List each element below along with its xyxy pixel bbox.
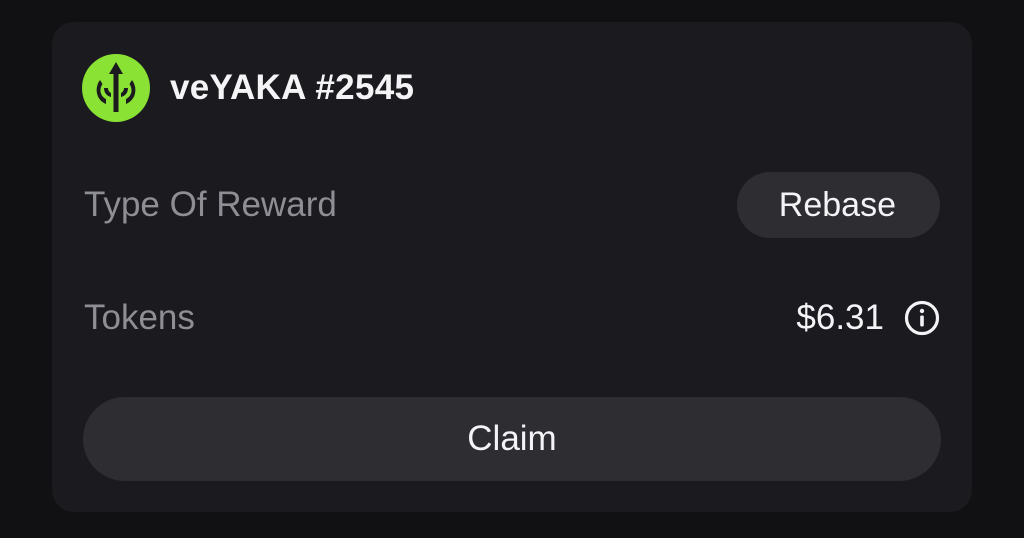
tokens-value-group: $6.31 bbox=[796, 298, 940, 338]
reward-card: veYAKA #2545 Type Of Reward Rebase Token… bbox=[52, 22, 972, 512]
tokens-row: Tokens $6.31 bbox=[84, 290, 940, 346]
tokens-value: $6.31 bbox=[796, 298, 884, 337]
info-icon[interactable] bbox=[904, 300, 940, 336]
yaka-logo-icon bbox=[82, 54, 150, 122]
claim-button[interactable]: Claim bbox=[83, 397, 941, 481]
reward-type-label: Type Of Reward bbox=[84, 185, 337, 224]
nft-title: veYAKA #2545 bbox=[170, 68, 415, 107]
reward-type-badge[interactable]: Rebase bbox=[736, 172, 940, 238]
tokens-label: Tokens bbox=[84, 298, 195, 337]
reward-type-row: Type Of Reward Rebase bbox=[84, 172, 940, 238]
card-header: veYAKA #2545 bbox=[82, 54, 414, 122]
